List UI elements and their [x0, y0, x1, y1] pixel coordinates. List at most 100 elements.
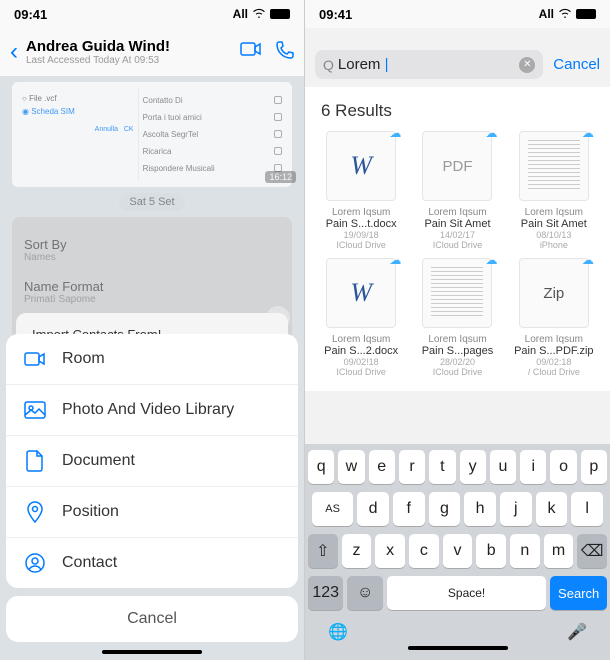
key-x[interactable]: x: [375, 534, 405, 568]
key-n[interactable]: n: [510, 534, 540, 568]
key-l[interactable]: l: [571, 492, 603, 526]
mic-icon[interactable]: 🎤: [567, 622, 587, 642]
key-y[interactable]: y: [460, 450, 486, 484]
file-thumbnail: W☁: [326, 131, 396, 201]
file-date: 08/10/13: [508, 230, 600, 240]
key-j[interactable]: j: [500, 492, 532, 526]
key-k[interactable]: k: [536, 492, 568, 526]
key-shift[interactable]: ⇧: [308, 534, 338, 568]
key-g[interactable]: g: [429, 492, 461, 526]
action-photo-library[interactable]: Photo And Video Library: [6, 385, 298, 436]
home-indicator[interactable]: [102, 650, 202, 654]
status-bar: 09:41 All: [305, 0, 610, 28]
file-thumbnail: ☁: [422, 258, 492, 328]
status-time: 09:41: [319, 7, 352, 22]
back-icon[interactable]: ‹: [10, 38, 18, 66]
keyboard: qwertyuiop ASdfghjkl ⇧zxcvbnm⌫ 123 ☺ Spa…: [305, 444, 610, 660]
right-screen: 09:41 All Q Lorem | ✕ Cancel 6 Results W…: [305, 0, 610, 660]
search-icon: Q: [323, 57, 334, 73]
key-z[interactable]: z: [342, 534, 372, 568]
file-label-1: Lorem Iqsum: [508, 207, 600, 218]
file-label-1: Lorem Iqsum: [411, 207, 503, 218]
key-d[interactable]: d: [357, 492, 389, 526]
key-h[interactable]: h: [464, 492, 496, 526]
status-time: 09:41: [14, 7, 47, 22]
video-call-icon[interactable]: [240, 41, 262, 64]
chat-title-area[interactable]: Andrea Guida Wind! Last Accessed Today A…: [26, 38, 240, 66]
search-input[interactable]: Q Lorem | ✕: [315, 50, 543, 79]
file-item[interactable]: ☁ Lorem Iqsum Pain Sit Amet 08/10/13 iPh…: [508, 131, 600, 250]
key-w[interactable]: w: [338, 450, 364, 484]
file-thumbnail: W☁: [326, 258, 396, 328]
action-label: Position: [62, 503, 119, 521]
file-location: iPhone: [508, 240, 600, 250]
cloud-icon: ☁: [582, 253, 594, 267]
left-screen: 09:41 All ‹ Andrea Guida Wind! Last Acce…: [0, 0, 305, 660]
key-space[interactable]: Space!: [387, 576, 546, 610]
search-cancel-button[interactable]: Cancel: [553, 56, 600, 73]
file-item[interactable]: PDF☁ Lorem Iqsum Pain Sit Amet 14/02/17 …: [411, 131, 503, 250]
results-header: 6 Results: [305, 87, 610, 131]
clear-icon[interactable]: ✕: [519, 57, 535, 73]
cloud-icon: ☁: [485, 126, 497, 140]
location-icon: [24, 501, 46, 523]
key-backspace[interactable]: ⌫: [577, 534, 607, 568]
cancel-button[interactable]: Cancel: [6, 596, 298, 642]
contact-preview-card: ○ File .vcf ◉ Scheda SIM Annulla CK Cont…: [12, 82, 292, 187]
globe-icon[interactable]: 🌐: [328, 622, 348, 642]
chat-header: ‹ Andrea Guida Wind! Last Accessed Today…: [0, 28, 304, 76]
file-item[interactable]: Zip☁ Lorem Iqsum Pain S...PDF.zip 09/02:…: [508, 258, 600, 377]
wifi-icon: [558, 7, 572, 21]
file-date: 28/02/20: [411, 357, 503, 367]
phone-call-icon[interactable]: [276, 41, 294, 64]
file-item[interactable]: W☁ Lorem Iqsum Pain S...t.docx 19/09/18 …: [315, 131, 407, 250]
key-p[interactable]: p: [581, 450, 607, 484]
room-icon: [24, 348, 46, 370]
key-f[interactable]: f: [393, 492, 425, 526]
key-m[interactable]: m: [544, 534, 574, 568]
action-position[interactable]: Position: [6, 487, 298, 538]
file-date: 09/02:18: [508, 357, 600, 367]
action-label: Photo And Video Library: [62, 401, 234, 419]
file-label-1: Lorem Iqsum: [315, 334, 407, 345]
search-text: Lorem |: [338, 56, 519, 73]
key-t[interactable]: t: [429, 450, 455, 484]
key-b[interactable]: b: [476, 534, 506, 568]
key-e[interactable]: e: [369, 450, 395, 484]
file-label-2: Pain S...2.docx: [315, 345, 407, 357]
key-q[interactable]: q: [308, 450, 334, 484]
key-search[interactable]: Search: [550, 576, 607, 610]
file-item[interactable]: W☁ Lorem Iqsum Pain S...2.docx 09/02!18 …: [315, 258, 407, 377]
key-r[interactable]: r: [399, 450, 425, 484]
action-label: Room: [62, 350, 105, 368]
results-grid: W☁ Lorem Iqsum Pain S...t.docx 19/09/18 …: [305, 131, 610, 391]
file-label-2: Pain S...t.docx: [315, 218, 407, 230]
key-AS[interactable]: AS: [312, 492, 353, 526]
contact-icon: [24, 552, 46, 574]
cloud-icon: ☁: [582, 126, 594, 140]
battery-icon: [270, 9, 290, 19]
timestamp: 16:12: [265, 171, 296, 183]
status-right: All: [233, 7, 290, 21]
action-contact[interactable]: Contact: [6, 538, 298, 588]
search-bar: Q Lorem | ✕ Cancel: [305, 42, 610, 87]
key-numbers[interactable]: 123: [308, 576, 343, 610]
key-emoji[interactable]: ☺: [347, 576, 382, 610]
action-sheet: Room Photo And Video Library Document Po…: [0, 334, 304, 660]
file-thumbnail: Zip☁: [519, 258, 589, 328]
file-location: / Cloud Drive: [508, 367, 600, 377]
key-i[interactable]: i: [520, 450, 546, 484]
action-document[interactable]: Document: [6, 436, 298, 487]
chat-title: Andrea Guida Wind!: [26, 38, 240, 55]
home-indicator[interactable]: [408, 646, 508, 650]
file-item[interactable]: ☁ Lorem Iqsum Pain S...pages 28/02/20 IC…: [411, 258, 503, 377]
file-thumbnail: ☁: [519, 131, 589, 201]
key-u[interactable]: u: [490, 450, 516, 484]
action-room[interactable]: Room: [6, 334, 298, 385]
key-o[interactable]: o: [550, 450, 576, 484]
file-label-1: Lorem Iqsum: [508, 334, 600, 345]
file-location: ICloud Drive: [315, 240, 407, 250]
key-c[interactable]: c: [409, 534, 439, 568]
file-location: ICloud Drive: [411, 240, 503, 250]
key-v[interactable]: v: [443, 534, 473, 568]
